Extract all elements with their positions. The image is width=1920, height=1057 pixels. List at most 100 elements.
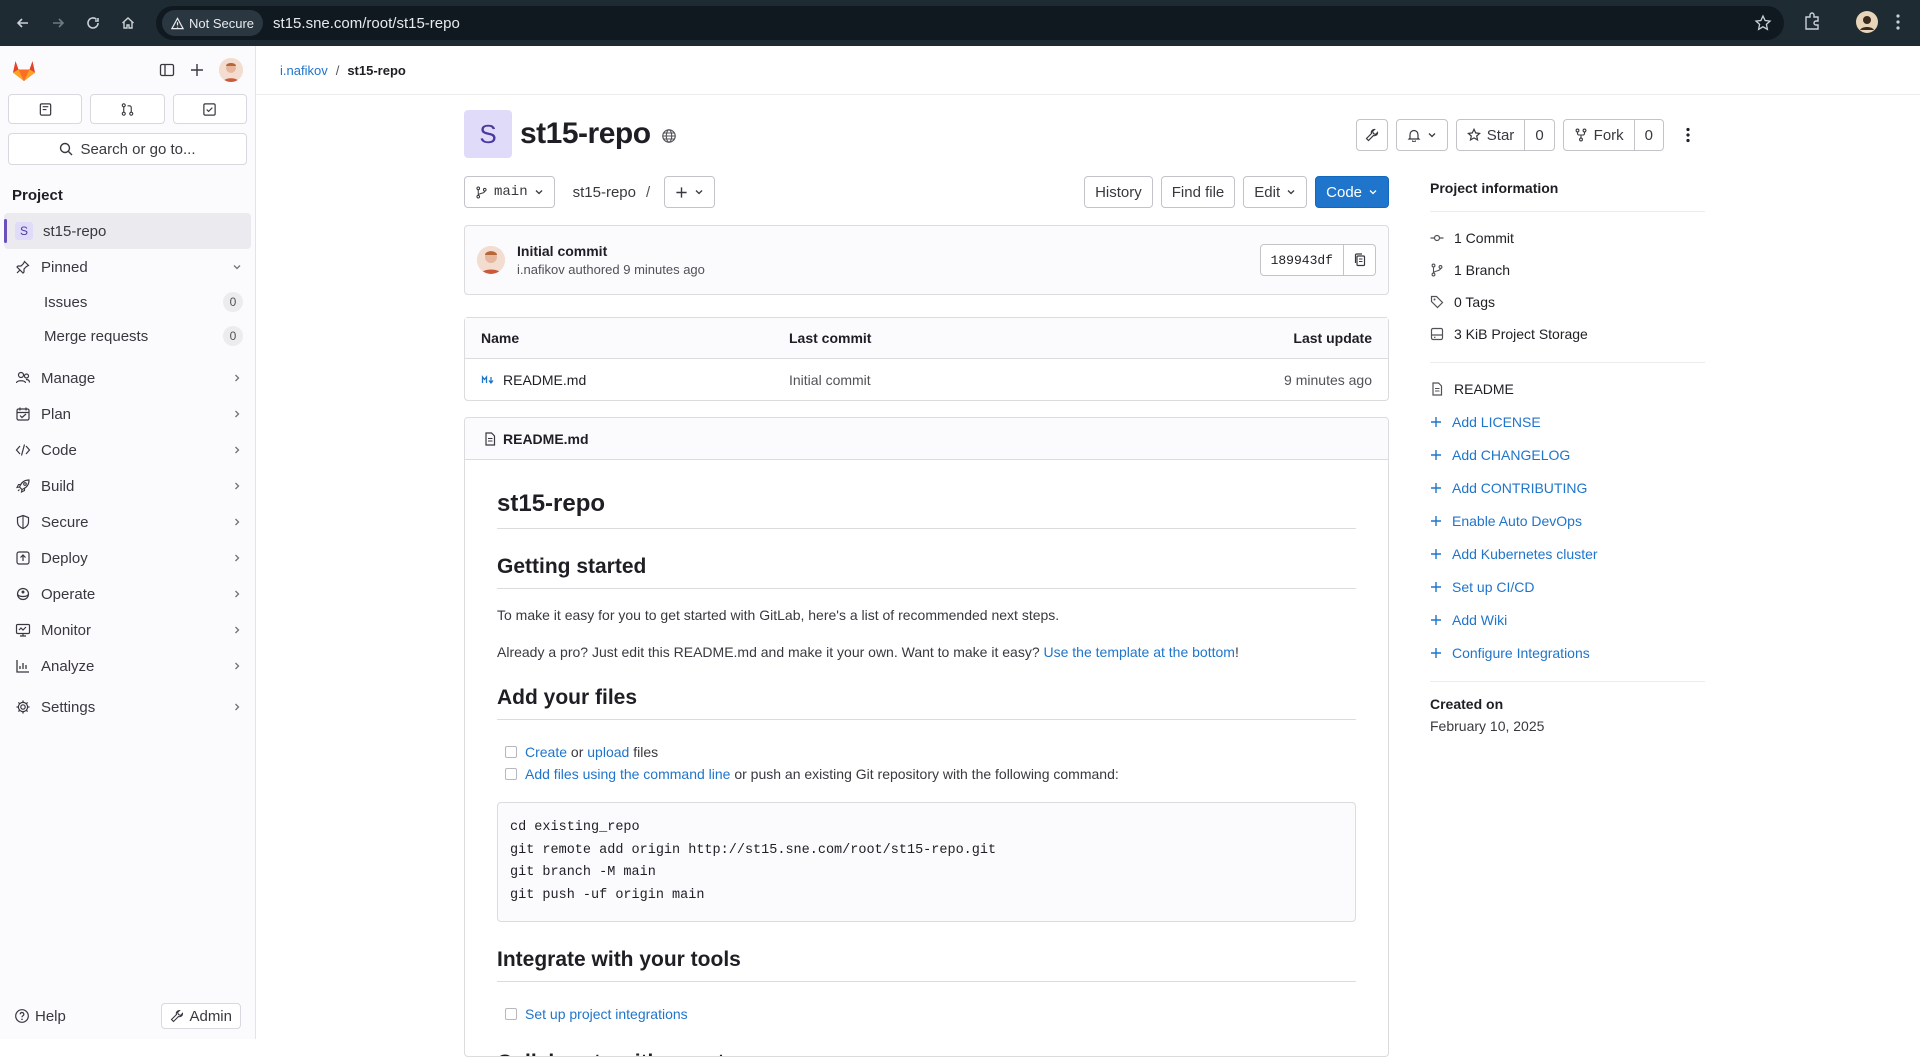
add-contributing-link[interactable]: Add CONTRIBUTING [1430, 471, 1705, 504]
task-checkbox[interactable] [505, 768, 517, 780]
merge-requests-button[interactable] [90, 94, 165, 124]
forward-icon[interactable] [46, 11, 70, 35]
task-checkbox[interactable] [505, 1008, 517, 1020]
code-block[interactable]: cd existing_repo git remote add origin h… [497, 802, 1356, 922]
commit-sha[interactable]: 189943df [1259, 244, 1344, 276]
star-button-group: Star 0 [1455, 119, 1555, 151]
help-button[interactable]: Help [14, 1008, 66, 1025]
admin-settings-button[interactable] [1355, 119, 1388, 151]
sidebar-item-plan[interactable]: Plan [0, 396, 255, 432]
url-text[interactable]: st15.sne.com/root/st15-repo [273, 15, 460, 32]
fork-button-group: Fork 0 [1562, 119, 1664, 151]
sidebar-item-manage[interactable]: Manage [0, 360, 255, 396]
add-changelog-link[interactable]: Add CHANGELOG [1430, 438, 1705, 471]
task-list: Create or upload files Add files using t… [497, 741, 1356, 785]
browser-menu-icon[interactable] [1896, 13, 1900, 31]
admin-button[interactable]: Admin [161, 1003, 241, 1029]
branch-icon [1430, 263, 1444, 277]
notifications-dropdown[interactable] [1395, 119, 1448, 151]
sidebar-item-settings[interactable]: Settings [0, 689, 255, 725]
sidebar-item-monitor[interactable]: Monitor [0, 612, 255, 648]
repo-path-link[interactable]: st15-repo [573, 184, 636, 201]
sidebar-item-label: Issues [44, 293, 88, 311]
edit-dropdown[interactable]: Edit [1243, 176, 1308, 208]
stat-tags[interactable]: 0 Tags [1430, 286, 1705, 318]
profile-icon[interactable] [1855, 10, 1879, 34]
sidebar-item-secure[interactable]: Secure [0, 504, 255, 540]
bookmark-star-icon[interactable] [1754, 14, 1772, 32]
page-title: st15-repo [520, 117, 651, 150]
address-bar[interactable]: Not Secure st15.sne.com/root/st15-repo [156, 6, 1784, 40]
home-icon[interactable] [116, 11, 140, 35]
history-button[interactable]: History [1084, 176, 1153, 208]
user-avatar[interactable] [219, 58, 243, 82]
sidebar-toggle-icon[interactable] [159, 62, 175, 78]
upload-link[interactable]: upload [587, 744, 629, 760]
branch-name: main [494, 184, 528, 200]
sidebar-item-merge-requests[interactable]: Merge requests 0 [0, 319, 255, 353]
created-on: Created on February 10, 2025 [1430, 696, 1705, 734]
copy-sha-button[interactable] [1344, 244, 1376, 276]
sidebar-item-code[interactable]: Code [0, 432, 255, 468]
security-indicator[interactable]: Not Secure [162, 10, 264, 36]
sidebar-item-build[interactable]: Build [0, 468, 255, 504]
extensions-icon[interactable] [1802, 11, 1822, 31]
readme-paragraph: To make it easy for you to get started w… [497, 607, 1060, 623]
deploy-icon [15, 550, 31, 566]
reload-icon[interactable] [81, 11, 105, 35]
star-count[interactable]: 0 [1525, 119, 1555, 151]
configure-integrations-link[interactable]: Configure Integrations [1430, 636, 1705, 669]
fork-count[interactable]: 0 [1634, 119, 1664, 151]
code-dropdown[interactable]: Code [1315, 176, 1389, 208]
chevron-right-icon [231, 660, 243, 672]
add-to-tree-dropdown[interactable] [664, 176, 716, 208]
branch-selector[interactable]: main [464, 176, 555, 208]
security-label: Not Secure [189, 15, 255, 31]
readme-file-link[interactable]: README.md [503, 431, 589, 447]
breadcrumb-current[interactable]: st15-repo [347, 63, 406, 78]
readme-panel: README.md st15-repo Getting started To m… [464, 417, 1389, 1057]
star-button[interactable]: Star [1455, 119, 1526, 151]
task-text: files [629, 744, 659, 760]
file-name-link[interactable]: README.md [503, 372, 586, 388]
create-link[interactable]: Create [525, 744, 567, 760]
project-integrations-link[interactable]: Set up project integrations [525, 1006, 688, 1022]
template-link[interactable]: Use the template at the bottom [1044, 644, 1235, 660]
assigned-issues-button[interactable] [8, 94, 83, 124]
sidebar-item-operate[interactable]: Operate [0, 576, 255, 612]
back-icon[interactable] [11, 11, 35, 35]
readme-link[interactable]: README [1430, 373, 1705, 405]
more-actions-icon[interactable] [1672, 119, 1704, 151]
stat-storage[interactable]: 3 KiB Project Storage [1430, 318, 1705, 350]
bell-icon [1407, 128, 1421, 142]
task-checkbox[interactable] [505, 746, 517, 758]
project-avatar: S [464, 110, 512, 158]
add-kubernetes-cluster-link[interactable]: Add Kubernetes cluster [1430, 537, 1705, 570]
setup-ci-cd-link[interactable]: Set up CI/CD [1430, 570, 1705, 603]
todo-list-button[interactable] [172, 94, 247, 124]
command-line-link[interactable]: Add files using the command line [525, 766, 730, 782]
create-new-icon[interactable] [189, 62, 205, 78]
add-wiki-link[interactable]: Add Wiki [1430, 603, 1705, 636]
sidebar-item-deploy[interactable]: Deploy [0, 540, 255, 576]
enable-auto-devops-link[interactable]: Enable Auto DevOps [1430, 504, 1705, 537]
stat-branches[interactable]: 1 Branch [1430, 254, 1705, 286]
commit-author-avatar[interactable] [477, 246, 505, 274]
add-license-link[interactable]: Add LICENSE [1430, 405, 1705, 438]
file-last-commit-link[interactable]: Initial commit [789, 372, 1284, 388]
search-button[interactable]: Search or go to... [8, 133, 247, 165]
chevron-right-icon [231, 444, 243, 456]
breadcrumb-parent[interactable]: i.nafikov [280, 63, 328, 78]
gitlab-logo-icon[interactable] [10, 56, 38, 84]
find-file-button[interactable]: Find file [1160, 176, 1236, 208]
sidebar-item-pinned[interactable]: Pinned [0, 249, 255, 285]
sidebar-item-issues[interactable]: Issues 0 [0, 285, 255, 319]
stat-commits[interactable]: 1 Commit [1430, 222, 1705, 254]
table-row[interactable]: README.md Initial commit 9 minutes ago [465, 359, 1388, 400]
sidebar-item-project[interactable]: S st15-repo [4, 213, 251, 249]
chevron-right-icon [231, 552, 243, 564]
commit-title[interactable]: Initial commit [517, 243, 705, 259]
fork-button[interactable]: Fork [1562, 119, 1635, 151]
sidebar-item-analyze[interactable]: Analyze [0, 648, 255, 684]
chevron-right-icon [231, 516, 243, 528]
